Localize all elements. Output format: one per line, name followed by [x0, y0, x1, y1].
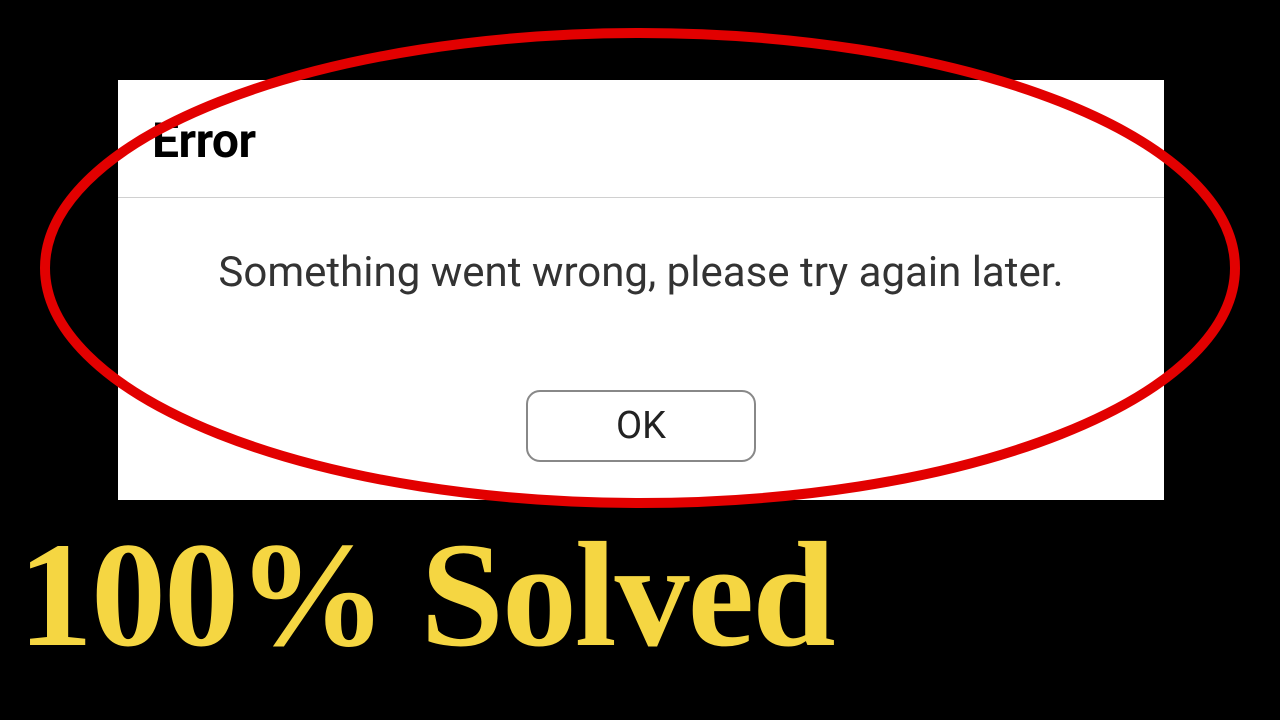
- dialog-message: Something went wrong, please try again l…: [218, 246, 1063, 301]
- dialog-footer: OK: [118, 390, 1164, 500]
- dialog-title: Error: [152, 112, 1130, 169]
- error-dialog: Error Something went wrong, please try a…: [118, 80, 1164, 500]
- ok-button[interactable]: OK: [526, 390, 756, 462]
- caption-overlay: 100% Solved: [18, 520, 834, 670]
- dialog-header: Error: [118, 80, 1164, 198]
- dialog-body: Something went wrong, please try again l…: [118, 198, 1164, 390]
